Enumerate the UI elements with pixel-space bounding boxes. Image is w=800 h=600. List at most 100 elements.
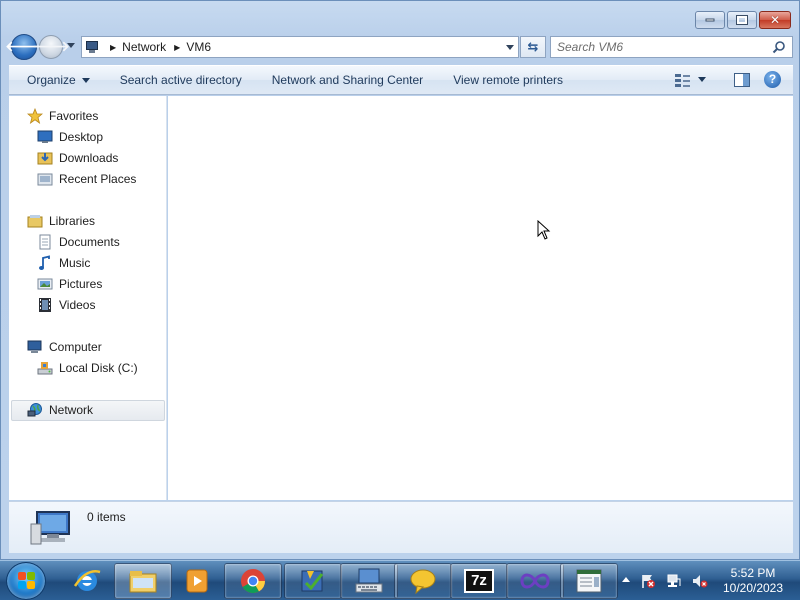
organize-menu[interactable]: Organize <box>27 73 90 87</box>
clock[interactable]: 5:52 PM 10/20/2023 <box>716 566 790 596</box>
sidebar-item-label: Documents <box>59 235 120 249</box>
file-list-area[interactable] <box>168 96 793 500</box>
refresh-button[interactable]: ⇆ <box>520 36 546 58</box>
7zip-label: 7z <box>471 572 487 589</box>
taskbar-keyboard-app[interactable] <box>340 563 398 599</box>
close-icon: ✕ <box>769 13 781 27</box>
explorer-window: ✕ 🡐 🡒 ▶ Network ▶ VM6 ⇆ Organize Search … <box>0 0 800 560</box>
view-remote-printers-button[interactable]: View remote printers <box>453 73 563 87</box>
view-controls: ? <box>674 71 781 88</box>
search-box[interactable] <box>550 36 793 58</box>
action-center-flag-icon[interactable] <box>640 573 656 589</box>
7zip-icon: 7z <box>464 569 494 593</box>
navigation-row: 🡐 🡒 ▶ Network ▶ VM6 ⇆ <box>5 34 793 60</box>
infinity-app-icon <box>520 573 550 589</box>
sidebar-item-downloads[interactable]: Downloads <box>37 148 118 168</box>
search-active-directory-button[interactable]: Search active directory <box>120 73 242 87</box>
recent-pages-dropdown[interactable] <box>67 43 75 48</box>
taskbar-chat[interactable] <box>394 563 452 599</box>
documents-icon <box>39 234 51 250</box>
recent-places-icon <box>37 173 53 186</box>
preview-pane-icon[interactable] <box>734 72 750 87</box>
sidebar-item-recent-places[interactable]: Recent Places <box>37 169 136 189</box>
search-icon[interactable] <box>772 40 786 54</box>
network-computer-large-icon <box>30 511 70 545</box>
sidebar-item-label: Recent Places <box>59 172 137 186</box>
downloads-icon <box>37 152 53 165</box>
command-bar: Organize Search active directory Network… <box>9 65 793 95</box>
change-view-icon[interactable] <box>674 72 692 88</box>
sidebar-item-videos[interactable]: Videos <box>37 295 95 315</box>
sidebar-item-local-disk[interactable]: Local Disk (C:) <box>37 358 138 378</box>
desktop-icon <box>37 130 53 143</box>
sidebar-item-computer[interactable]: Computer <box>27 337 102 357</box>
taskbar-chrome[interactable] <box>224 563 282 599</box>
network-computer-icon <box>86 40 102 54</box>
view-options-dropdown-icon[interactable] <box>698 77 706 82</box>
address-bar[interactable]: ▶ Network ▶ VM6 <box>81 36 519 58</box>
sidebar-item-desktop[interactable]: Desktop <box>37 127 103 147</box>
taskbar-infinity-app[interactable] <box>506 563 564 599</box>
minimize-icon <box>705 18 715 22</box>
breadcrumb-separator-icon[interactable]: ▶ <box>110 43 116 52</box>
search-active-directory-label: Search active directory <box>119 73 242 87</box>
computer-icon <box>27 340 42 353</box>
sidebar-item-pictures[interactable]: Pictures <box>37 274 102 294</box>
sidebar-item-network[interactable]: Network <box>27 400 93 420</box>
organize-label: Organize <box>27 73 76 87</box>
close-button[interactable]: ✕ <box>759 11 791 29</box>
help-icon[interactable]: ? <box>764 71 781 88</box>
mouse-cursor-icon <box>537 220 551 240</box>
internet-explorer-icon <box>73 570 101 591</box>
document-app-icon <box>576 569 602 593</box>
network-sharing-center-button[interactable]: Network and Sharing Center <box>272 73 423 87</box>
media-player-icon <box>186 569 208 593</box>
item-count: 0 items <box>87 510 126 524</box>
taskbar-windows-explorer[interactable] <box>114 563 172 599</box>
sidebar-item-favorites[interactable]: Favorites <box>27 106 98 126</box>
breadcrumb-separator-icon[interactable]: ▶ <box>174 43 180 52</box>
maximize-icon <box>736 15 748 25</box>
sidebar-item-label: Computer <box>49 340 102 354</box>
forward-arrow-icon: 🡒 <box>32 38 70 55</box>
sidebar-item-music[interactable]: Music <box>37 253 90 273</box>
volume-muted-icon[interactable] <box>692 573 708 589</box>
pictures-icon <box>37 278 53 290</box>
task-checklist-icon <box>301 570 324 592</box>
maximize-button[interactable] <box>727 11 757 29</box>
videos-icon <box>39 298 51 312</box>
breadcrumb-network[interactable]: Network <box>122 40 166 54</box>
start-button[interactable] <box>6 562 46 600</box>
show-hidden-icons-button[interactable] <box>622 577 630 582</box>
taskbar-media-player[interactable] <box>168 563 226 599</box>
sidebar-item-label: Desktop <box>59 130 104 144</box>
address-dropdown-icon[interactable] <box>506 45 514 50</box>
breadcrumb-vm6[interactable]: VM6 <box>186 40 211 54</box>
taskbar-7zip[interactable]: 7z <box>450 563 508 599</box>
clock-date: 10/20/2023 <box>722 581 784 595</box>
caption-buttons: ✕ <box>695 11 791 29</box>
sidebar-item-libraries[interactable]: Libraries <box>27 211 95 231</box>
chevron-down-icon <box>81 77 90 83</box>
refresh-icon: ⇆ <box>527 39 539 54</box>
details-pane: 0 items <box>9 501 793 553</box>
view-remote-printers-label: View remote printers <box>453 73 564 87</box>
sidebar-item-documents[interactable]: Documents <box>37 232 120 252</box>
network-status-icon[interactable] <box>666 573 682 589</box>
network-sharing-center-label: Network and Sharing Center <box>271 73 424 87</box>
minimize-button[interactable] <box>695 11 725 29</box>
taskbar-internet-explorer[interactable] <box>58 563 116 599</box>
taskbar-document-app[interactable] <box>560 563 618 599</box>
music-icon <box>39 255 50 270</box>
clock-time: 5:52 PM <box>730 566 776 580</box>
search-input[interactable] <box>557 37 767 57</box>
windows-logo-icon <box>18 572 36 590</box>
chrome-icon <box>241 569 265 594</box>
sidebar-item-label: Favorites <box>49 109 99 123</box>
windows-explorer-icon <box>129 571 157 593</box>
sidebar-item-label: Libraries <box>49 214 96 228</box>
sidebar-item-label: Network <box>49 403 94 417</box>
keyboard-app-icon <box>355 568 383 593</box>
forward-button[interactable]: 🡒 <box>32 35 70 59</box>
taskbar-task-checklist[interactable] <box>284 563 342 599</box>
